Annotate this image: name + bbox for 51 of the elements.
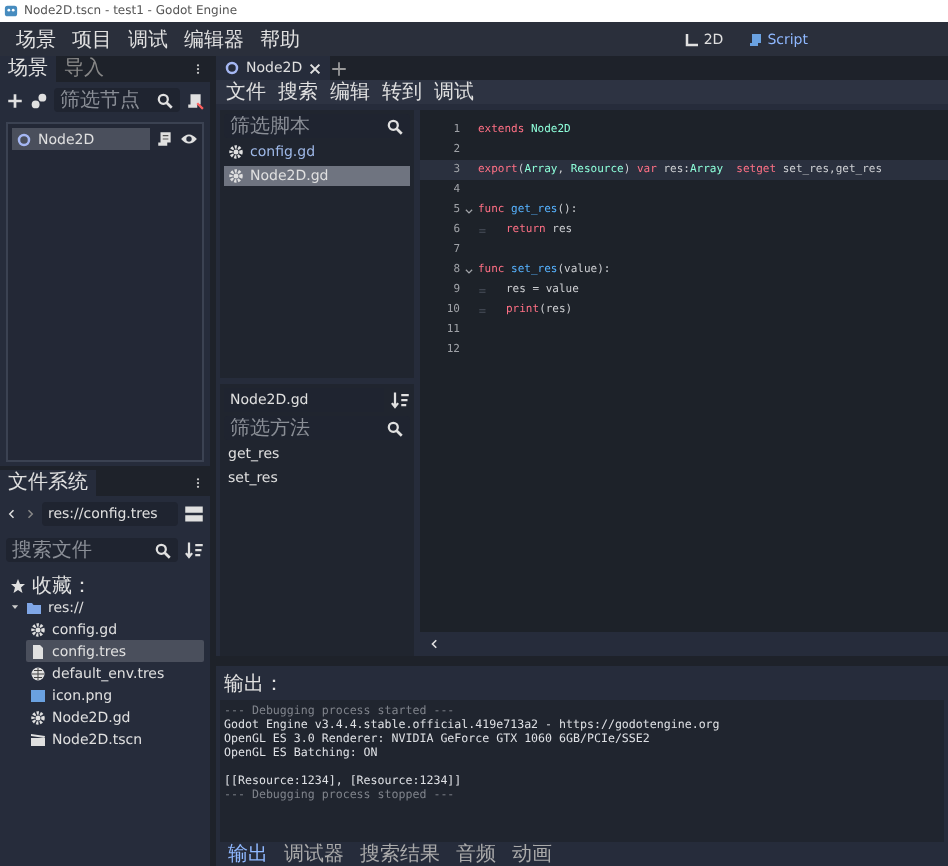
caret-down-icon xyxy=(10,602,20,612)
collapse-icon xyxy=(428,636,440,652)
search-icon xyxy=(156,91,174,109)
gear-icon xyxy=(30,621,46,637)
output-title: 输出： xyxy=(222,671,286,700)
folder-icon xyxy=(26,599,42,615)
eye-icon xyxy=(180,130,198,148)
add-icon xyxy=(6,91,24,109)
forward-icon xyxy=(24,506,36,522)
bottom-panel-tab[interactable]: 音频 xyxy=(448,843,504,865)
close-icon xyxy=(308,61,323,75)
script-icon xyxy=(186,91,204,109)
bottom-panel-tab[interactable]: 搜索结果 xyxy=(352,843,448,865)
bottom-panel-tab[interactable]: 动画 xyxy=(504,843,560,865)
menu-item[interactable]: 场景 xyxy=(8,25,64,53)
file-tree-item[interactable]: 收藏： xyxy=(6,574,204,596)
split-view-icon xyxy=(184,504,204,524)
menu-item[interactable]: 编辑 xyxy=(324,78,376,106)
gear-icon xyxy=(30,709,46,725)
sort-icon xyxy=(390,390,410,410)
menu-item[interactable]: 文件 xyxy=(220,78,272,106)
dock-tab[interactable]: 文件系统 xyxy=(0,470,96,496)
axes-icon xyxy=(683,31,700,47)
menu-item[interactable]: 编辑器 xyxy=(176,25,252,53)
menu-item[interactable]: 搜索 xyxy=(272,78,324,106)
clapperboard-icon xyxy=(30,731,46,747)
script-icon xyxy=(156,130,174,148)
node-circle-icon xyxy=(224,60,240,76)
menu-item[interactable]: 调试 xyxy=(120,25,176,53)
bottom-panel-tab[interactable]: 输出 xyxy=(220,843,276,865)
bottom-panel-tab[interactable]: 调试器 xyxy=(276,843,352,865)
star-icon xyxy=(10,577,26,593)
dock-tab[interactable]: 场景 xyxy=(0,56,56,82)
add-tab-icon xyxy=(330,59,349,77)
dock-tab[interactable]: 导入 xyxy=(56,56,112,82)
search-icon xyxy=(386,117,404,135)
search-icon xyxy=(154,541,172,559)
image-icon xyxy=(30,687,46,703)
menu-item[interactable]: 转到 xyxy=(376,78,428,106)
globe-icon xyxy=(30,665,46,681)
node-filter-field[interactable]: 筛选节点 xyxy=(54,88,180,112)
node-circle-icon xyxy=(16,131,32,147)
file-icon xyxy=(30,643,46,659)
menu-item[interactable]: 帮助 xyxy=(252,25,308,53)
menu-item[interactable]: 调试 xyxy=(428,78,480,106)
menu-item[interactable]: 项目 xyxy=(64,25,120,53)
script-icon xyxy=(747,31,764,47)
sort-icon xyxy=(184,540,204,560)
link-icon xyxy=(30,91,48,109)
search-icon xyxy=(386,419,404,437)
back-icon xyxy=(6,506,18,522)
